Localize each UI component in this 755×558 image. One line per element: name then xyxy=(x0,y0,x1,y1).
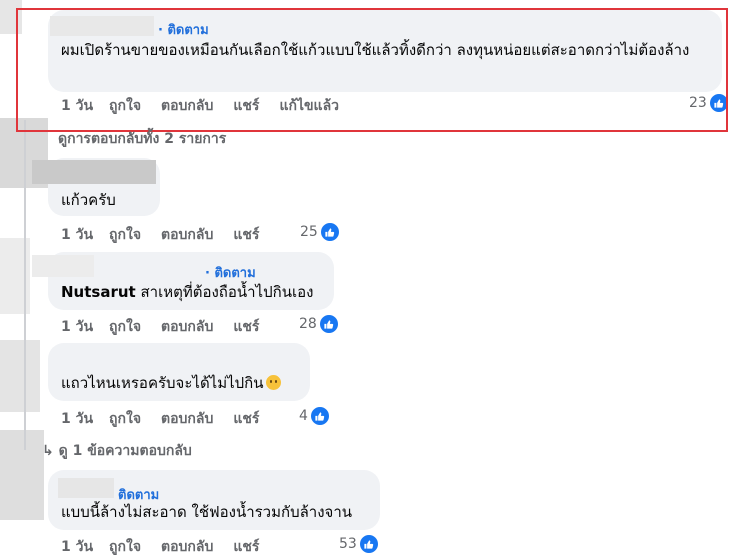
view-all-replies-link[interactable]: ดูการตอบกลับทั้ง 2 รายการ xyxy=(58,128,226,150)
thumbs-up-icon xyxy=(318,314,339,334)
follow-button[interactable]: · ติดตาม xyxy=(205,262,256,283)
comment-text: แถวไหนเหรอครับจะได้ไม่ไปกิน xyxy=(61,372,281,394)
share-button[interactable]: แชร์ xyxy=(233,408,259,430)
comment-actions: 1 วัน ถูกใจ ตอบกลับ แชร์ xyxy=(61,316,279,338)
reaction-count[interactable]: 28 xyxy=(299,314,339,334)
redacted-author-name xyxy=(32,255,94,277)
like-button[interactable]: ถูกใจ xyxy=(109,316,141,338)
sad-face-emoji-icon xyxy=(265,375,281,390)
comment-actions: 1 วัน ถูกใจ ตอบกลับ แชร์ xyxy=(61,408,279,430)
comment-body: แถวไหนเหรอครับจะได้ไม่ไปกิน xyxy=(61,374,264,392)
reaction-count[interactable]: 25 xyxy=(300,222,340,242)
comment-actions: 1 วัน ถูกใจ ตอบกลับ แชร์ xyxy=(61,224,279,246)
comment-author[interactable]: Nutsarut xyxy=(61,283,136,301)
redacted-author-name xyxy=(58,478,114,498)
reaction-count[interactable]: 4 xyxy=(299,406,330,426)
comment-time: 1 วัน xyxy=(61,227,94,243)
view-one-reply-link[interactable]: ↳ ดู 1 ข้อความตอบกลับ xyxy=(42,440,192,462)
reply-button[interactable]: ตอบกลับ xyxy=(161,408,213,430)
thumbs-up-icon xyxy=(309,406,330,426)
like-button[interactable]: ถูกใจ xyxy=(109,224,141,246)
comment-time: 1 วัน xyxy=(61,411,94,427)
like-count: 53 xyxy=(339,536,357,552)
reaction-count[interactable]: 53 xyxy=(339,534,379,554)
comment-time: 1 วัน xyxy=(61,319,94,335)
thumbs-up-icon xyxy=(319,222,340,242)
comment-text: Nutsarut สาเหตุที่ต้องถือน้ำไปกินเอง xyxy=(61,281,313,303)
view-one-reply-label: ดู 1 ข้อความตอบกลับ xyxy=(58,443,192,459)
avatar xyxy=(0,340,40,412)
like-count: 25 xyxy=(300,224,318,240)
like-button[interactable]: ถูกใจ xyxy=(109,408,141,430)
like-count: 4 xyxy=(299,408,308,424)
avatar xyxy=(0,430,44,520)
reply-button[interactable]: ตอบกลับ xyxy=(161,224,213,246)
share-button[interactable]: แชร์ xyxy=(233,316,259,338)
redacted-author-name xyxy=(32,160,156,184)
comment-text: แบบนี้ล้างไม่สะอาด ใช้ฟองน้ำรวมกับล้างจา… xyxy=(61,503,352,521)
like-count: 28 xyxy=(299,316,317,332)
share-button[interactable]: แชร์ xyxy=(233,224,259,246)
reply-button[interactable]: ตอบกลับ xyxy=(161,316,213,338)
comment-text: แก้วครับ xyxy=(61,191,116,209)
thread-line xyxy=(24,120,26,450)
reply-arrow-icon: ↳ xyxy=(42,443,59,459)
highlight-box xyxy=(16,8,728,132)
comment-body: สาเหตุที่ต้องถือน้ำไปกินเอง xyxy=(140,283,314,301)
thumbs-up-icon xyxy=(358,534,379,554)
